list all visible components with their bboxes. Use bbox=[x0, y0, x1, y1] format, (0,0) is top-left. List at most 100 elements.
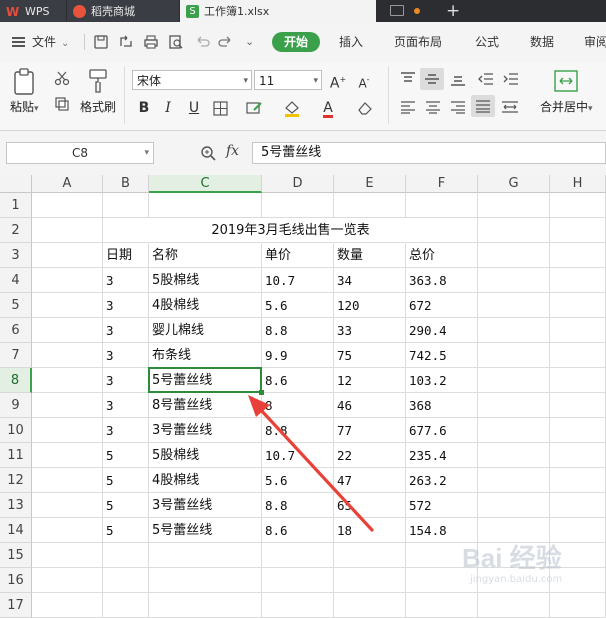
table-cell[interactable]: 3 bbox=[103, 418, 149, 443]
align-bottom-icon[interactable] bbox=[450, 72, 466, 86]
grid-cell[interactable] bbox=[550, 243, 606, 268]
grid-cell[interactable] bbox=[478, 293, 550, 318]
underline-button[interactable]: U bbox=[184, 98, 204, 118]
row-header-11[interactable]: 11 bbox=[0, 443, 32, 468]
align-top-icon[interactable] bbox=[400, 72, 416, 86]
formula-input[interactable]: 5号蕾丝线 bbox=[252, 142, 606, 164]
row-header-12[interactable]: 12 bbox=[0, 468, 32, 493]
grid-cell[interactable] bbox=[262, 568, 334, 593]
grid-cell[interactable] bbox=[32, 443, 103, 468]
new-tab-button[interactable]: + bbox=[446, 0, 460, 22]
table-cell[interactable]: 18 bbox=[334, 518, 406, 543]
row-header-14[interactable]: 14 bbox=[0, 518, 32, 543]
menu-start[interactable]: 开始 bbox=[272, 32, 320, 52]
table-cell[interactable]: 33 bbox=[334, 318, 406, 343]
grid-cell[interactable] bbox=[32, 218, 103, 243]
menu-review[interactable]: 审阅 bbox=[584, 22, 606, 62]
table-cell[interactable]: 75 bbox=[334, 343, 406, 368]
merge-center-icon[interactable] bbox=[554, 70, 578, 92]
table-cell[interactable]: 8.6 bbox=[262, 368, 334, 393]
table-cell[interactable]: 12 bbox=[334, 368, 406, 393]
format-painter-icon[interactable] bbox=[86, 68, 110, 94]
table-cell[interactable]: 9.9 bbox=[262, 343, 334, 368]
font-color-button[interactable]: A bbox=[318, 98, 338, 118]
grid-cell[interactable] bbox=[550, 318, 606, 343]
table-cell[interactable]: 4股棉线 bbox=[149, 293, 262, 318]
table-cell[interactable]: 8.8 bbox=[262, 318, 334, 343]
grid-cell[interactable] bbox=[103, 593, 149, 618]
monitor-icon[interactable] bbox=[390, 5, 404, 16]
font-grow-button[interactable]: A+ bbox=[328, 70, 348, 92]
grid-cell[interactable] bbox=[550, 193, 606, 218]
table-cell[interactable]: 742.5 bbox=[406, 343, 478, 368]
column-header-c[interactable]: C bbox=[149, 175, 262, 193]
grid-cell[interactable] bbox=[334, 593, 406, 618]
menu-page-layout[interactable]: 页面布局 bbox=[394, 22, 442, 62]
align-center-icon[interactable] bbox=[425, 100, 441, 114]
table-cell[interactable]: 5号蕾丝线 bbox=[149, 518, 262, 543]
table-cell[interactable]: 5股棉线 bbox=[149, 268, 262, 293]
print-preview-icon[interactable] bbox=[168, 34, 184, 50]
table-cell[interactable]: 8.8 bbox=[262, 493, 334, 518]
font-name-select[interactable]: 宋体 ▾ bbox=[132, 70, 252, 90]
grid-cell[interactable] bbox=[478, 418, 550, 443]
paste-button[interactable]: 粘贴▾ bbox=[10, 98, 39, 115]
cell-style-icon[interactable] bbox=[246, 101, 264, 116]
grid-cell[interactable] bbox=[478, 268, 550, 293]
select-all-corner[interactable] bbox=[0, 175, 32, 193]
fx-button[interactable]: fx bbox=[226, 143, 239, 159]
grid-cell[interactable] bbox=[334, 568, 406, 593]
grid-cell[interactable] bbox=[32, 318, 103, 343]
bold-button[interactable]: B bbox=[134, 98, 154, 118]
grid-cell[interactable] bbox=[32, 268, 103, 293]
table-cell[interactable]: 263.2 bbox=[406, 468, 478, 493]
tab-workbook[interactable]: S 工作簿1.xlsx bbox=[180, 0, 376, 22]
grid-cell[interactable] bbox=[32, 368, 103, 393]
table-cell[interactable]: 10.7 bbox=[262, 268, 334, 293]
table-cell[interactable]: 572 bbox=[406, 493, 478, 518]
table-cell[interactable]: 布条线 bbox=[149, 343, 262, 368]
table-cell[interactable]: 3 bbox=[103, 343, 149, 368]
grid-cell[interactable] bbox=[478, 493, 550, 518]
undo-icon[interactable] bbox=[194, 34, 210, 50]
grid-cell[interactable] bbox=[550, 268, 606, 293]
table-cell[interactable]: 3 bbox=[103, 368, 149, 393]
row-header-6[interactable]: 6 bbox=[0, 318, 32, 343]
grid-cell[interactable] bbox=[32, 518, 103, 543]
menu-insert[interactable]: 插入 bbox=[339, 22, 363, 62]
merge-center-button[interactable]: 合并居中▾ bbox=[540, 98, 593, 115]
table-cell[interactable]: 5 bbox=[103, 493, 149, 518]
hamburger-icon[interactable] bbox=[12, 37, 25, 47]
save-icon[interactable] bbox=[93, 34, 109, 50]
distributed-align-icon[interactable] bbox=[501, 100, 519, 114]
table-cell[interactable]: 名称 bbox=[149, 243, 262, 268]
redo-icon[interactable] bbox=[218, 34, 234, 50]
grid-cell[interactable] bbox=[550, 493, 606, 518]
grid-cell[interactable] bbox=[262, 543, 334, 568]
name-box[interactable]: C8 ▾ bbox=[6, 142, 154, 164]
row-header-16[interactable]: 16 bbox=[0, 568, 32, 593]
row-header-1[interactable]: 1 bbox=[0, 193, 32, 218]
table-cell[interactable]: 4股棉线 bbox=[149, 468, 262, 493]
column-header-a[interactable]: A bbox=[32, 175, 103, 193]
borders-icon[interactable] bbox=[213, 101, 229, 116]
table-cell[interactable]: 5.6 bbox=[262, 468, 334, 493]
table-cell[interactable]: 5 bbox=[103, 443, 149, 468]
table-cell[interactable]: 290.4 bbox=[406, 318, 478, 343]
grid-cell[interactable] bbox=[406, 193, 478, 218]
column-header-f[interactable]: F bbox=[406, 175, 478, 193]
table-cell[interactable]: 婴儿棉线 bbox=[149, 318, 262, 343]
grid-cell[interactable] bbox=[478, 218, 550, 243]
decrease-indent-icon[interactable] bbox=[478, 72, 494, 86]
column-header-b[interactable]: B bbox=[103, 175, 149, 193]
table-cell[interactable]: 3号蕾丝线 bbox=[149, 493, 262, 518]
grid-cell[interactable] bbox=[478, 193, 550, 218]
grid-cell[interactable] bbox=[550, 218, 606, 243]
table-cell[interactable]: 363.8 bbox=[406, 268, 478, 293]
grid-cell[interactable] bbox=[149, 193, 262, 218]
row-header-4[interactable]: 4 bbox=[0, 268, 32, 293]
table-cell[interactable]: 5 bbox=[103, 468, 149, 493]
menu-data[interactable]: 数据 bbox=[530, 22, 554, 62]
table-cell[interactable]: 3 bbox=[103, 318, 149, 343]
grid-cell[interactable] bbox=[32, 343, 103, 368]
